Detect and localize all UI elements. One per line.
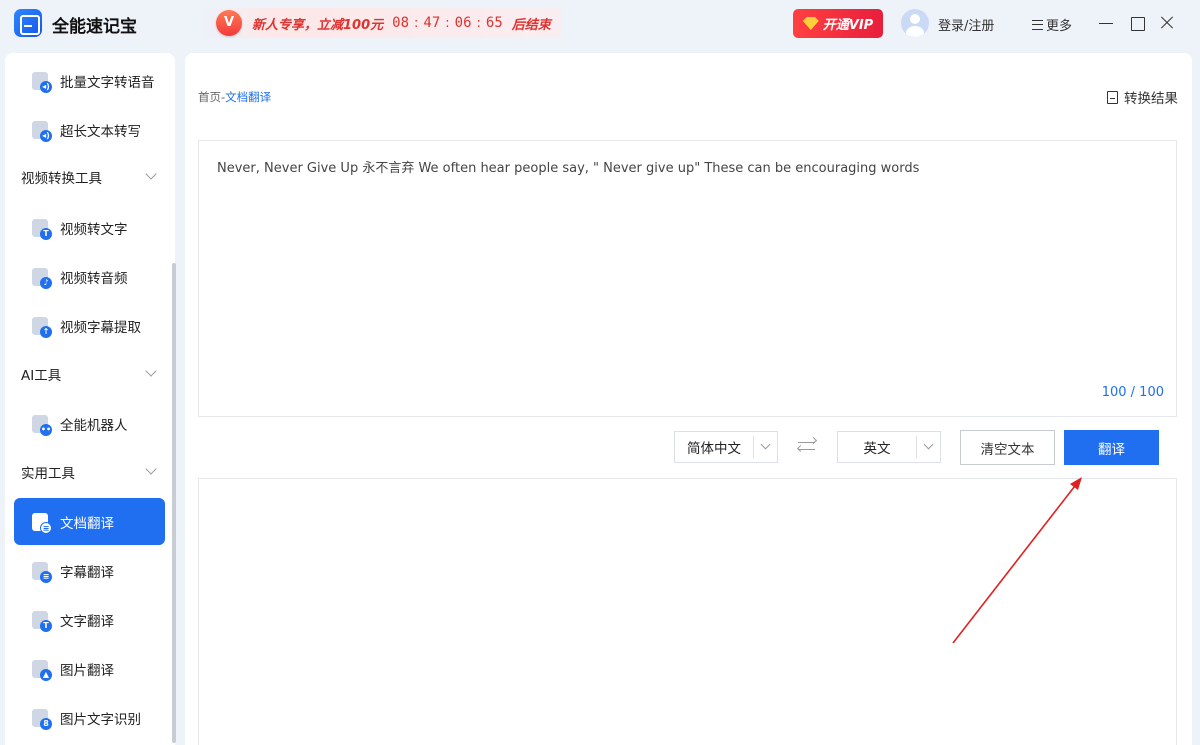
chevron-down-icon (145, 463, 157, 475)
sidebar-item-video-to-audio[interactable]: ♪ 视频转音频 (14, 253, 165, 300)
audio-doc-icon: ◂) (32, 120, 52, 142)
promo-text: 新人专享，立减100元 (252, 17, 384, 33)
sidebar-item-label: 批量文字转语音 (60, 74, 155, 91)
open-vip-button[interactable]: 开通VIP (793, 9, 883, 38)
sidebar: ◂) 批量文字转语音 ◂) 超长文本转写 视频转换工具 T 视频转文字 ♪ 视频… (5, 53, 175, 745)
sidebar-item-label: 图片翻译 (60, 662, 114, 679)
ocr-icon: 8 (32, 708, 52, 730)
countdown-centiseconds: 65 (485, 15, 503, 31)
sidebar-item-label: 视频转文字 (60, 221, 128, 238)
promo-end-text: 后结束 (511, 17, 551, 33)
sidebar-item-label: 文字翻译 (60, 613, 114, 630)
target-language-select[interactable]: 英文 (837, 431, 941, 463)
sidebar-scrollbar[interactable] (172, 263, 176, 743)
maximize-icon[interactable] (1128, 14, 1146, 32)
sidebar-item-ocr[interactable]: 8 图片文字识别 (14, 694, 165, 741)
sidebar-item-video-to-text[interactable]: T 视频转文字 (14, 204, 165, 251)
breadcrumb-current: 文档翻译 (225, 90, 272, 104)
more-menu-button[interactable]: 更多 (1032, 15, 1072, 34)
doc-translate-icon: ≡ (32, 512, 52, 534)
sidebar-group-video-tools[interactable]: 视频转换工具 (5, 157, 175, 197)
sidebar-group-label: 实用工具 (21, 466, 75, 482)
promo-badge-icon: V (216, 10, 242, 36)
sidebar-item-label: 图片文字识别 (60, 711, 141, 728)
document-icon (1107, 90, 1118, 104)
sidebar-item-text-translate[interactable]: T 文字翻译 (14, 596, 165, 643)
clear-text-button[interactable]: 清空文本 (960, 430, 1055, 465)
promo-banner[interactable]: V 新人专享，立减100元 08 : 47 : 06 : 65 后结束 (202, 8, 562, 38)
source-text-area[interactable]: Never, Never Give Up 永不言弃 We often hear … (198, 140, 1177, 417)
diamond-icon (802, 17, 819, 30)
minimize-icon[interactable] (1097, 14, 1115, 32)
countdown-seconds: 06 (454, 15, 472, 31)
chevron-down-icon (753, 436, 777, 458)
breadcrumb-home[interactable]: 首页 (198, 90, 221, 104)
close-icon[interactable] (1158, 14, 1176, 32)
result-label: 转换结果 (1124, 91, 1178, 107)
chevron-down-icon (916, 436, 940, 458)
avatar-icon[interactable] (901, 9, 929, 37)
sidebar-item-label: 全能机器人 (60, 417, 128, 434)
translation-output-area[interactable] (198, 478, 1177, 745)
sidebar-group-ai-tools[interactable]: AI工具 (5, 354, 175, 394)
translate-button[interactable]: 翻译 (1064, 430, 1159, 465)
app-logo-icon (14, 9, 42, 37)
menu-icon (1032, 19, 1043, 30)
sidebar-item-long-text[interactable]: ◂) 超长文本转写 (14, 106, 165, 153)
countdown-separator: : (476, 15, 481, 31)
countdown-timer: 08 : 47 : 06 : 65 (389, 15, 506, 31)
sidebar-item-doc-translate[interactable]: ≡ 文档翻译 (14, 498, 165, 545)
more-label: 更多 (1046, 19, 1073, 34)
chevron-down-icon (145, 365, 157, 377)
app-name: 全能速记宝 (52, 17, 137, 37)
sidebar-group-label: 视频转换工具 (21, 171, 102, 187)
sidebar-item-label: 视频转音频 (60, 270, 128, 287)
countdown-hours: 08 (392, 15, 409, 31)
main-panel: 首页-文档翻译 转换结果 Never, Never Give Up 永不言弃 W… (185, 53, 1192, 745)
source-language-value: 简体中文 (687, 441, 741, 457)
countdown-separator: : (445, 15, 450, 31)
image-translate-icon: ▲ (32, 659, 52, 681)
sidebar-item-label: 文档翻译 (60, 515, 114, 532)
sidebar-item-label: 视频字幕提取 (60, 319, 141, 336)
login-register-link[interactable]: 登录/注册 (938, 15, 994, 34)
conversion-result-link[interactable]: 转换结果 (1107, 87, 1178, 107)
sidebar-item-robot[interactable]: •• 全能机器人 (14, 400, 165, 447)
text-translate-icon: T (32, 610, 52, 632)
chevron-down-icon (145, 168, 157, 180)
character-count: 100 / 100 (1101, 385, 1164, 400)
upload-doc-icon: ↑ (32, 316, 52, 338)
sidebar-item-image-translate[interactable]: ▲ 图片翻译 (14, 645, 165, 692)
countdown-minutes: 47 (423, 15, 441, 31)
source-text: Never, Never Give Up 永不言弃 We often hear … (217, 161, 920, 176)
sidebar-item-subtitle-translate[interactable]: ≡ 字幕翻译 (14, 547, 165, 594)
subtitle-icon: ≡ (32, 561, 52, 583)
vip-label: 开通VIP (822, 18, 874, 33)
sidebar-group-label: AI工具 (21, 368, 62, 384)
sidebar-group-utilities[interactable]: 实用工具 (5, 452, 175, 492)
countdown-separator: : (414, 15, 419, 31)
sidebar-item-label: 字幕翻译 (60, 564, 114, 581)
robot-icon: •• (32, 414, 52, 436)
sidebar-item-subtitle-extract[interactable]: ↑ 视频字幕提取 (14, 302, 165, 349)
sidebar-item-batch-tts[interactable]: ◂) 批量文字转语音 (14, 57, 165, 104)
sidebar-item-label: 超长文本转写 (60, 123, 141, 140)
target-language-value: 英文 (863, 441, 891, 457)
text-doc-icon: T (32, 218, 52, 240)
swap-languages-icon[interactable] (796, 436, 818, 455)
audio-doc-icon: ◂) (32, 71, 52, 93)
source-language-select[interactable]: 简体中文 (674, 431, 778, 463)
breadcrumb: 首页-文档翻译 (198, 89, 271, 105)
music-doc-icon: ♪ (32, 267, 52, 289)
title-bar: 全能速记宝 V 新人专享，立减100元 08 : 47 : 06 : 65 后结… (0, 0, 1200, 46)
